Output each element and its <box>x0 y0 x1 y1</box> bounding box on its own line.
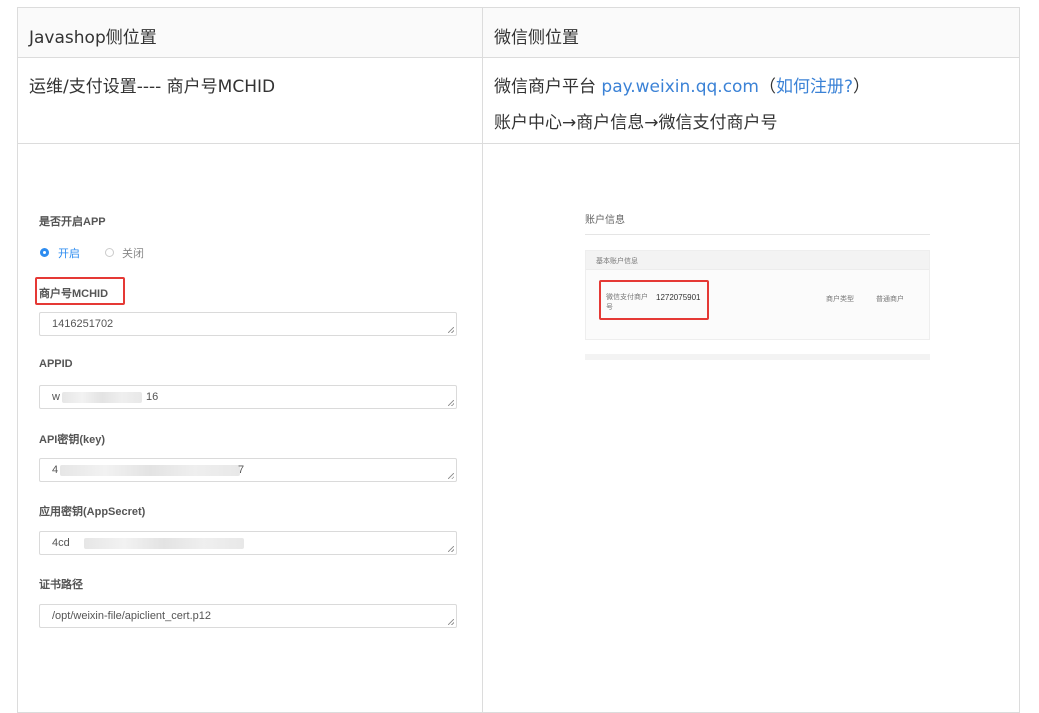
row1-left-text: 运维/支付设置---- 商户号MCHID <box>29 77 276 97</box>
resize-grip-icon[interactable] <box>448 473 454 479</box>
paren-close: ） <box>853 77 871 97</box>
merchant-type-value: 普通商户 <box>876 296 904 303</box>
appsecret-label: 应用密钥(AppSecret) <box>39 506 146 518</box>
merchant-type-label: 商户类型 <box>826 296 854 303</box>
appid-input[interactable]: w 16 <box>39 385 457 409</box>
how-to-register-link[interactable]: 如何注册? <box>776 77 853 97</box>
header-cell-javashop: Javashop侧位置 <box>17 7 483 58</box>
appid-value-start: w <box>52 391 60 403</box>
resize-grip-icon[interactable] <box>448 400 454 406</box>
appsecret-value-start: 4cd <box>52 537 70 549</box>
apikey-value-end: 7 <box>238 464 245 476</box>
apikey-input[interactable]: 4 7 <box>39 458 457 482</box>
javashop-form-screenshot: 是否开启APP 开启 关闭 商户号MCHID 1416251702 APPID … <box>18 144 482 704</box>
mchid-value: 1416251702 <box>52 318 114 330</box>
redacted-blur <box>60 465 240 476</box>
mchid-label: 商户号MCHID <box>39 288 109 300</box>
enable-app-label: 是否开启APP <box>39 216 106 228</box>
appsecret-input[interactable]: 4cd <box>39 531 457 555</box>
merchant-no-value: 1272075901 <box>656 293 701 302</box>
cert-path-input[interactable]: /opt/weixin-file/apiclient_cert.p12 <box>39 604 457 628</box>
radio-off-icon[interactable] <box>105 248 114 257</box>
radio-on-label[interactable]: 开启 <box>58 245 80 261</box>
resize-grip-icon[interactable] <box>448 327 454 333</box>
row2-right-cell: 账户信息 基本账户信息 微信支付商户号 1272075901 商户类型 普通商户 <box>482 143 1020 713</box>
paren-open: （ <box>759 77 776 97</box>
header-cell-wechat: 微信侧位置 <box>482 7 1020 58</box>
account-info-title: 账户信息 <box>585 215 625 226</box>
row1-right-line1: 微信商户平台 pay.weixin.qq.com（如何注册?） <box>494 72 870 97</box>
wechat-account-screenshot: 账户信息 基本账户信息 微信支付商户号 1272075901 商户类型 普通商户 <box>585 204 930 364</box>
cert-path-label: 证书路径 <box>39 579 83 591</box>
appid-label: APPID <box>39 358 73 370</box>
comparison-table: Javashop侧位置 微信侧位置 运维/支付设置---- 商户号MCHID 微… <box>17 7 1020 713</box>
redacted-blur <box>84 538 244 549</box>
row2-left-cell: 是否开启APP 开启 关闭 商户号MCHID 1416251702 APPID … <box>17 143 483 713</box>
section-title: 基本账户信息 <box>596 258 638 265</box>
section-bottom-bar <box>585 354 930 360</box>
apikey-label: API密钥(key) <box>39 434 106 446</box>
redacted-blur <box>62 392 142 403</box>
basic-info-section: 基本账户信息 微信支付商户号 1272075901 商户类型 普通商户 <box>585 250 930 340</box>
mchid-input[interactable]: 1416251702 <box>39 312 457 336</box>
radio-off-label[interactable]: 关闭 <box>122 245 144 261</box>
wechat-platform-text: 微信商户平台 <box>494 77 602 97</box>
row1-left-cell: 运维/支付设置---- 商户号MCHID <box>17 57 483 144</box>
header-javashop: Javashop侧位置 <box>29 28 157 48</box>
appid-value-end: 16 <box>146 391 159 403</box>
radio-on-icon[interactable] <box>40 248 49 257</box>
cert-path-value: /opt/weixin-file/apiclient_cert.p12 <box>52 610 211 622</box>
apikey-value-start: 4 <box>52 464 59 476</box>
resize-grip-icon[interactable] <box>448 619 454 625</box>
header-wechat: 微信侧位置 <box>494 28 579 48</box>
merchant-no-label: 微信支付商户号 <box>606 294 648 311</box>
wechat-pay-link[interactable]: pay.weixin.qq.com <box>601 77 759 97</box>
row1-right-line2: 账户中心→商户信息→微信支付商户号 <box>494 113 778 133</box>
title-divider <box>585 234 930 235</box>
resize-grip-icon[interactable] <box>448 546 454 552</box>
row1-right-cell: 微信商户平台 pay.weixin.qq.com（如何注册?） 账户中心→商户信… <box>482 57 1020 144</box>
